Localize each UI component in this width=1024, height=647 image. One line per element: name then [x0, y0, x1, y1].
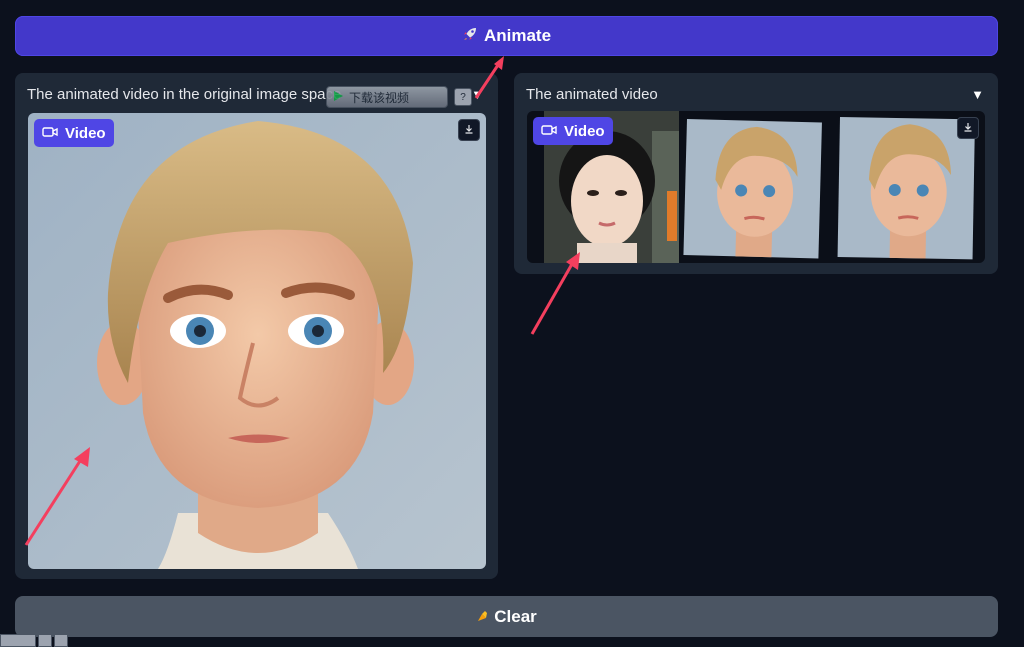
original-space-video-panel: The animated video in the original image… [15, 73, 498, 579]
rocket-icon [462, 26, 478, 47]
corner-tool-item[interactable] [54, 634, 68, 647]
panel-label: The animated video [526, 86, 658, 103]
video-camera-icon [541, 123, 557, 140]
animate-button-label: Animate [484, 26, 551, 46]
clear-button-label: Clear [494, 607, 537, 627]
video-player[interactable]: Video [28, 113, 486, 569]
video-badge: Video [533, 117, 613, 145]
animated-frame [683, 119, 822, 258]
eraser-icon [476, 607, 488, 627]
video-badge-label: Video [564, 123, 605, 140]
portrait-image [28, 113, 486, 569]
animated-video-panel: The animated video ▼ Video [514, 73, 998, 274]
download-icon [464, 121, 474, 139]
video-badge-label: Video [65, 125, 106, 142]
download-button[interactable] [458, 119, 480, 141]
download-video-label: 下载该视频 [349, 89, 409, 106]
video-badge: Video [34, 119, 114, 147]
download-video-button[interactable]: 下载该视频 [326, 86, 448, 108]
clear-button[interactable]: Clear [15, 596, 998, 637]
download-icon [963, 119, 973, 137]
panel-label: The animated video in the original image… [27, 86, 341, 103]
video-camera-icon [42, 125, 58, 142]
corner-toolbar[interactable] [0, 634, 72, 646]
corner-tool-item[interactable] [38, 634, 52, 647]
animate-button[interactable]: Animate [15, 16, 998, 56]
animated-frame [838, 117, 975, 259]
play-icon [331, 89, 345, 106]
video-player[interactable]: Video [527, 111, 985, 263]
download-button[interactable] [957, 117, 979, 139]
caret-down-icon[interactable]: ▼ [971, 87, 984, 102]
download-video-overlay[interactable]: 下载该视频 ? [326, 85, 486, 109]
help-button[interactable]: ? [454, 88, 472, 106]
corner-tool-item[interactable] [0, 634, 36, 647]
